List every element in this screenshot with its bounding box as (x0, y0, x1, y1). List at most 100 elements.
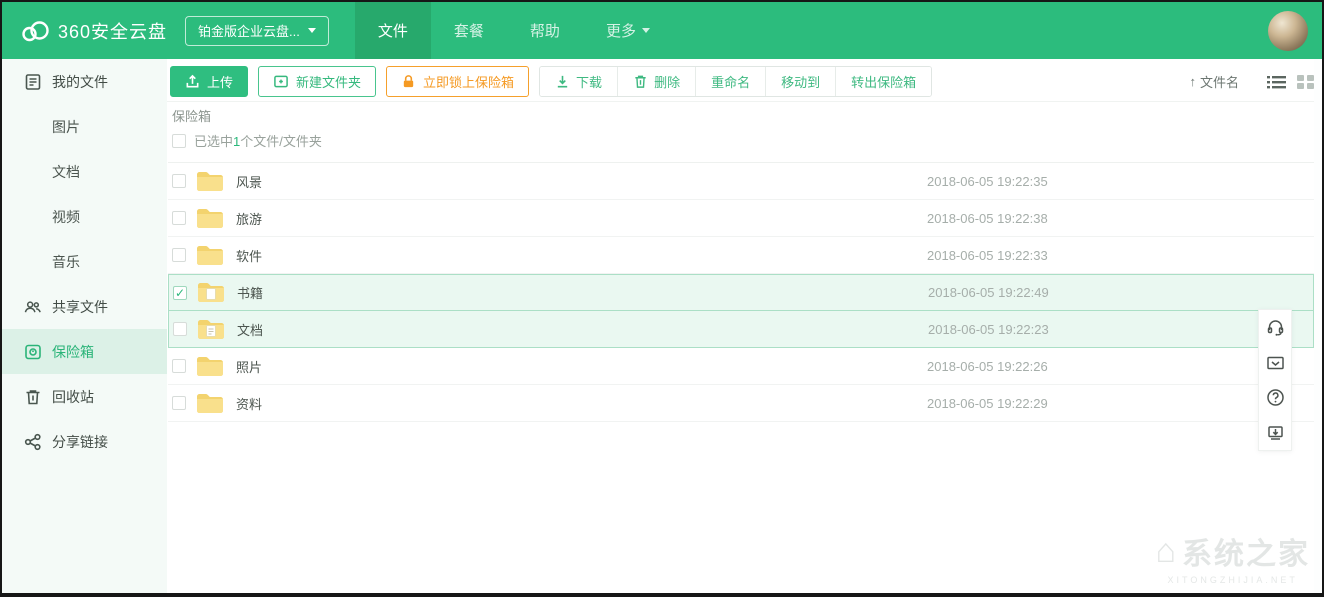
sidebar-item-documents[interactable]: 文档 (2, 149, 167, 194)
file-name: 风景 (236, 172, 262, 191)
row-checkbox[interactable] (172, 211, 186, 225)
plan-selector-dropdown[interactable]: 铂金版企业云盘... (185, 16, 329, 46)
file-modified-date: 2018-06-05 19:22:23 (928, 322, 1049, 337)
file-modified-date: 2018-06-05 19:22:33 (927, 248, 1048, 263)
file-row[interactable]: 软件 2018-06-05 19:22:33 (168, 237, 1314, 274)
nav-tab-files[interactable]: 文件 (355, 2, 431, 59)
row-checkbox-checked[interactable] (173, 286, 187, 300)
file-modified-date: 2018-06-05 19:22:49 (928, 285, 1049, 300)
trash-icon (633, 74, 648, 89)
file-row-selected[interactable]: 书籍 2018-06-05 19:22:49 (168, 274, 1314, 311)
grid-view-icon[interactable] (1297, 74, 1314, 90)
row-checkbox[interactable] (173, 322, 187, 336)
download-icon (555, 74, 570, 89)
file-modified-date: 2018-06-05 19:22:26 (927, 359, 1048, 374)
file-modified-date: 2018-06-05 19:22:35 (927, 174, 1048, 189)
row-checkbox[interactable] (172, 359, 186, 373)
folder-icon (197, 356, 223, 377)
logo-cloud-icon (20, 19, 50, 43)
sidebar-item-share-links[interactable]: 分享链接 (2, 419, 167, 464)
nav-tab-help[interactable]: 帮助 (507, 2, 583, 59)
window-frame: 360安全云盘 铂金版企业云盘... 文件 套餐 帮助 更多 我的文件 (0, 0, 1324, 597)
breadcrumb: 保险箱 (172, 106, 211, 125)
folder-with-document-icon (198, 319, 224, 340)
folder-icon (197, 245, 223, 266)
sidebar: 我的文件 图片 文档 视频 音乐 共享文件 保险箱 (2, 59, 167, 593)
file-name: 软件 (236, 246, 262, 265)
nav-tab-more[interactable]: 更多 (583, 2, 673, 59)
app-header: 360安全云盘 铂金版企业云盘... 文件 套餐 帮助 更多 (2, 2, 1322, 59)
select-all-checkbox[interactable] (172, 134, 186, 148)
sort-ascending-icon: ↑ (1189, 74, 1196, 89)
chevron-down-icon (308, 28, 316, 33)
safe-box-icon (24, 343, 42, 361)
sidebar-item-safe-box[interactable]: 保险箱 (2, 329, 167, 374)
row-checkbox[interactable] (172, 248, 186, 262)
sidebar-item-recycle-bin[interactable]: 回收站 (2, 374, 167, 419)
help-icon (1266, 388, 1285, 407)
rename-button[interactable]: 重命名 (695, 67, 765, 96)
upload-icon (185, 74, 200, 89)
folder-with-document-icon (198, 282, 224, 303)
download-button[interactable]: 下载 (540, 67, 617, 96)
mail-icon (1266, 355, 1285, 371)
row-checkbox[interactable] (172, 174, 186, 188)
help-button[interactable] (1259, 380, 1291, 415)
sidebar-item-pictures[interactable]: 图片 (2, 104, 167, 149)
main-content: 上传 新建文件夹 (167, 59, 1322, 593)
sidebar-item-my-files[interactable]: 我的文件 (2, 59, 167, 104)
client-download-button[interactable] (1259, 415, 1291, 450)
watermark: ⌂ 系统之家 XITONGZHIJIA.NET (1155, 529, 1310, 585)
list-view-icon[interactable] (1267, 74, 1286, 90)
floating-helper-toolbar (1258, 309, 1292, 451)
file-list: 风景 2018-06-05 19:22:35 旅游 2018-06-05 19:… (168, 162, 1314, 422)
file-name: 照片 (236, 357, 262, 376)
file-modified-date: 2018-06-05 19:22:29 (927, 396, 1048, 411)
lock-safe-button[interactable]: 立即锁上保险箱 (386, 66, 529, 97)
chevron-down-icon (642, 28, 650, 33)
watermark-subtitle: XITONGZHIJIA.NET (1155, 575, 1310, 585)
view-toggle (1267, 74, 1314, 90)
user-avatar[interactable] (1268, 11, 1308, 51)
sidebar-item-shared-files[interactable]: 共享文件 (2, 284, 167, 329)
selection-text: 已选中1个文件/文件夹 (194, 131, 322, 150)
sidebar-item-music[interactable]: 音乐 (2, 239, 167, 284)
row-checkbox[interactable] (172, 396, 186, 410)
app-logo[interactable]: 360安全云盘 (2, 18, 167, 44)
share-icon (24, 433, 42, 451)
scrollbar-track[interactable] (1314, 59, 1322, 593)
folder-icon (197, 393, 223, 414)
trash-icon (24, 388, 42, 406)
file-row[interactable]: 旅游 2018-06-05 19:22:38 (168, 200, 1314, 237)
new-folder-button[interactable]: 新建文件夹 (258, 66, 376, 97)
move-to-button[interactable]: 移动到 (765, 67, 835, 96)
logo-text: 360安全云盘 (58, 18, 167, 44)
nav-tab-plans[interactable]: 套餐 (431, 2, 507, 59)
watermark-title: 系统之家 (1182, 529, 1310, 573)
plan-selector-label: 铂金版企业云盘... (198, 21, 300, 40)
feedback-mail-button[interactable] (1259, 345, 1291, 380)
file-name: 文档 (237, 320, 263, 339)
folder-icon (197, 208, 223, 229)
people-icon (24, 298, 42, 316)
upload-button[interactable]: 上传 (170, 66, 248, 97)
new-folder-icon (273, 74, 289, 89)
lock-icon (401, 74, 416, 89)
document-icon (24, 73, 42, 91)
sidebar-item-videos[interactable]: 视频 (2, 194, 167, 239)
customer-service-button[interactable] (1259, 310, 1291, 345)
file-modified-date: 2018-06-05 19:22:38 (927, 211, 1048, 226)
file-row[interactable]: 照片 2018-06-05 19:22:26 (168, 348, 1314, 385)
file-row[interactable]: 风景 2018-06-05 19:22:35 (168, 163, 1314, 200)
file-toolbar: 上传 新建文件夹 (167, 59, 1322, 102)
main-nav: 文件 套餐 帮助 更多 (355, 2, 673, 59)
sort-by-filename[interactable]: ↑ 文件名 (1189, 72, 1239, 91)
file-name: 资料 (236, 394, 262, 413)
transfer-out-safe-button[interactable]: 转出保险箱 (835, 67, 931, 96)
file-row-hovered[interactable]: 文档 2018-06-05 19:22:23 (168, 311, 1314, 348)
file-row[interactable]: 资料 2018-06-05 19:22:29 (168, 385, 1314, 422)
folder-icon (197, 171, 223, 192)
file-name: 旅游 (236, 209, 262, 228)
selection-summary: 已选中1个文件/文件夹 (172, 131, 322, 150)
delete-button[interactable]: 删除 (617, 67, 695, 96)
